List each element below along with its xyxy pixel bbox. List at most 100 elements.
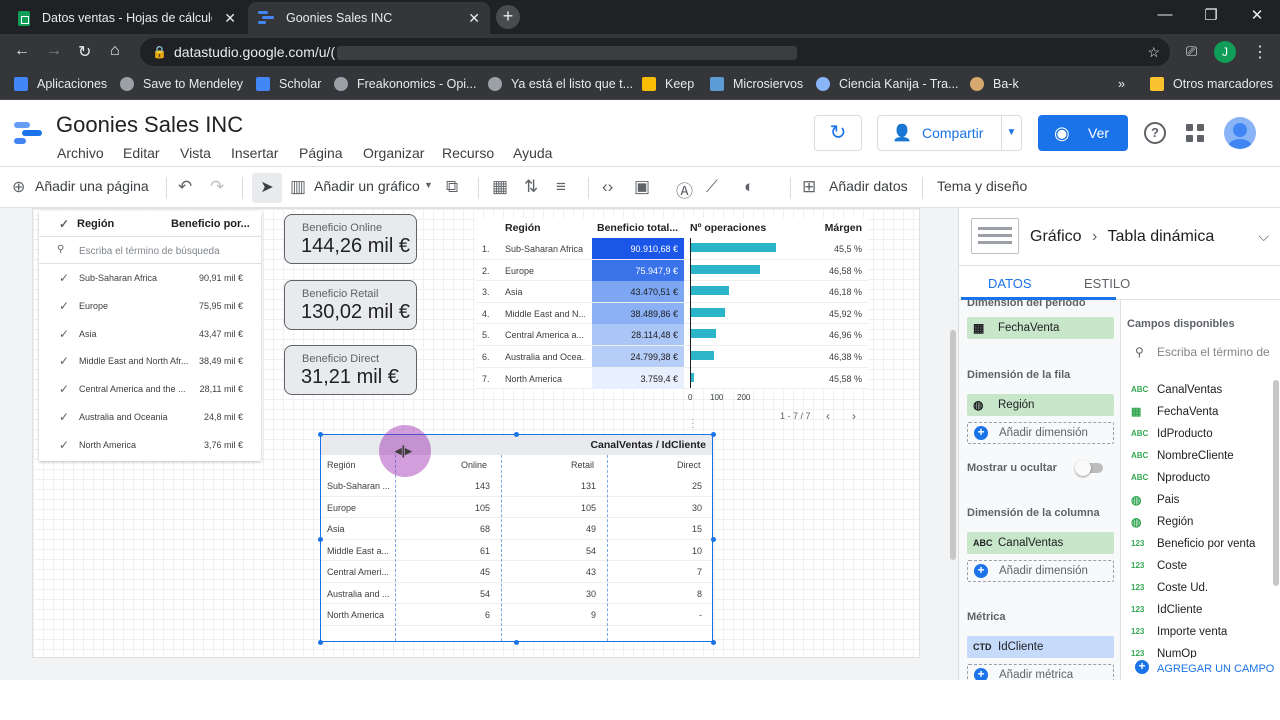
check-icon[interactable]: ✓ xyxy=(59,272,71,284)
menu-pagina[interactable]: Página xyxy=(299,145,343,161)
home-icon[interactable]: ⌂ xyxy=(110,42,120,60)
close-window-icon[interactable]: ✕ xyxy=(1234,6,1280,24)
resize-handle[interactable] xyxy=(711,432,716,437)
add-row-dimension-button[interactable]: + Añadir dimensión xyxy=(967,422,1114,444)
menu-vista[interactable]: Vista xyxy=(180,145,211,161)
column-resize-cursor[interactable]: ◂|▸ xyxy=(379,425,431,477)
chevron-down-icon[interactable]: ▼ xyxy=(424,180,433,190)
menu-organizar[interactable]: Organizar xyxy=(363,145,424,161)
add-chart-button[interactable]: Añadir un gráfico xyxy=(314,178,420,194)
fields-scrollbar[interactable] xyxy=(1273,380,1279,586)
column-header-benefit[interactable]: Beneficio total... xyxy=(597,218,678,238)
filter-control-icon[interactable]: ⇅ xyxy=(524,177,538,197)
reload-icon[interactable]: ↻ xyxy=(78,42,91,62)
bookmark-keep[interactable]: Keep xyxy=(642,77,694,91)
filter-option[interactable]: ✓ Central America and the ... 28,11 mil € xyxy=(39,379,261,399)
available-field[interactable]: ABC NombreCliente xyxy=(1131,446,1234,466)
filter-icon[interactable]: ≡ xyxy=(556,177,566,197)
back-icon[interactable]: ← xyxy=(14,42,30,60)
table-row[interactable]: 5. Central America a... 28.114,48 € 46,96 % xyxy=(476,324,868,346)
report-title[interactable]: Goonies Sales INC xyxy=(56,112,243,138)
column-header-margin[interactable]: Márgen xyxy=(825,218,862,238)
bookmark-mendeley[interactable]: Save to Mendeley xyxy=(120,77,243,91)
pivot-column-header[interactable]: Online xyxy=(461,460,487,470)
theme-layout-button[interactable]: Tema y diseño xyxy=(937,178,1027,194)
shape-icon[interactable]: ◐ xyxy=(744,177,754,197)
filter-option[interactable]: ✓ Australia and Oceania 24,8 mil € xyxy=(39,407,261,427)
chevron-down-icon[interactable]: ⌵ xyxy=(1258,228,1269,245)
bookmarks-overflow[interactable]: » xyxy=(1118,77,1125,91)
add-field-button[interactable]: + AGREGAR UN CAMPO xyxy=(1127,658,1277,680)
undo-icon[interactable]: ↶ xyxy=(178,177,192,197)
text-icon[interactable]: Ⓐ xyxy=(676,177,693,202)
bookmark-listo[interactable]: Ya está el listo que t... xyxy=(488,77,633,91)
check-icon[interactable]: ✓ xyxy=(59,218,71,230)
bookmark-bak[interactable]: Ba-k xyxy=(970,77,1019,91)
pivot-row[interactable]: Middle East a... 61 54 10 xyxy=(321,540,712,561)
select-cursor-icon[interactable]: ➤ xyxy=(252,173,282,203)
resize-handle[interactable] xyxy=(711,537,716,542)
community-visualizations-icon[interactable]: ⧉ xyxy=(446,177,458,197)
available-field[interactable]: ◍ Región xyxy=(1131,512,1193,532)
pivot-row[interactable]: Asia 68 49 15 xyxy=(321,518,712,540)
table-row[interactable]: 3. Asia 43.470,51 € 46,18 % xyxy=(476,281,868,303)
pivot-row[interactable]: Australia and ... 54 30 8 xyxy=(321,583,712,604)
minimize-icon[interactable]: — xyxy=(1142,6,1188,23)
bookmark-star-icon[interactable]: ☆ xyxy=(1147,38,1160,66)
pivot-column-header[interactable]: Retail xyxy=(571,460,594,470)
profile-avatar[interactable]: J xyxy=(1214,41,1236,63)
maximize-icon[interactable]: ❐ xyxy=(1188,6,1234,24)
browser-tab-datastudio[interactable]: Goonies Sales INC ✕ xyxy=(248,2,490,34)
share-button[interactable]: 👤 Compartir ▼ xyxy=(877,115,1022,151)
available-field[interactable]: 123 Importe venta xyxy=(1131,622,1227,642)
check-icon[interactable]: ✓ xyxy=(59,300,71,312)
column-dimension-chip[interactable]: ABC CanalVentas xyxy=(967,532,1114,554)
prev-page-icon[interactable]: ‹ xyxy=(826,409,830,423)
address-bar[interactable]: 🔒 datastudio.google.com/u/( ☆ xyxy=(140,38,1170,66)
pivot-row[interactable]: North America 6 9 - xyxy=(321,604,712,626)
tab-datos[interactable]: DATOS xyxy=(988,276,1032,291)
available-field[interactable]: 123 IdCliente xyxy=(1131,600,1202,620)
metric-chip[interactable]: CTD IdCliente xyxy=(967,636,1114,658)
add-column-dimension-button[interactable]: + Añadir dimensión xyxy=(967,560,1114,582)
row-dimension-chip[interactable]: ◍ Región xyxy=(967,394,1114,416)
bookmark-scholar[interactable]: Scholar xyxy=(256,77,321,91)
resize-handle[interactable] xyxy=(514,432,519,437)
drag-handle-icon[interactable]: · · · xyxy=(691,415,694,433)
close-tab-icon[interactable]: ✕ xyxy=(468,10,480,27)
scorecard-retail[interactable]: Beneficio Retail 130,02 mil € xyxy=(284,280,417,330)
available-field[interactable]: 123 Coste Ud. xyxy=(1131,578,1208,598)
check-icon[interactable]: ✓ xyxy=(59,411,71,423)
table-row[interactable]: 4. Middle East and N... 38.489,86 € 45,92 % xyxy=(476,302,868,325)
show-hide-toggle[interactable] xyxy=(1075,460,1103,476)
period-dimension-chip[interactable]: ▦ FechaVenta xyxy=(967,317,1114,339)
pivot-column-header[interactable]: Direct xyxy=(677,460,701,470)
date-range-icon[interactable]: ▦ xyxy=(492,177,508,197)
filter-option[interactable]: ✓ Asia 43,47 mil € xyxy=(39,324,261,344)
region-table[interactable]: Región Beneficio total... Nº operaciones… xyxy=(476,218,868,390)
scorecard-online[interactable]: Beneficio Online 144,26 mil € xyxy=(284,214,417,264)
available-field[interactable]: 123 Beneficio por venta xyxy=(1131,534,1255,554)
column-header-operations[interactable]: Nº operaciones xyxy=(690,218,766,238)
line-icon[interactable]: ⟋ xyxy=(706,177,718,197)
available-field[interactable]: 123 Coste xyxy=(1131,556,1187,576)
menu-ayuda[interactable]: Ayuda xyxy=(513,145,552,161)
account-avatar[interactable] xyxy=(1224,117,1256,149)
filter-search[interactable]: ⚲ Escriba el término de búsqueda xyxy=(39,238,261,264)
check-icon[interactable]: ✓ xyxy=(59,328,71,340)
bookmark-freakonomics[interactable]: Freakonomics - Opi... xyxy=(334,77,476,91)
code-icon[interactable]: ‹› xyxy=(602,177,613,197)
bookmark-microsiervos[interactable]: Microsiervos xyxy=(710,77,803,91)
share-dropdown-icon[interactable]: ▼ xyxy=(1001,116,1021,150)
pivot-row-header[interactable]: Región xyxy=(327,460,356,470)
refresh-data-button[interactable]: ↻ xyxy=(814,115,862,151)
pivot-table[interactable]: CanalVentas / IdCliente Región Online Re… xyxy=(320,434,713,642)
available-field[interactable]: ▦ FechaVenta xyxy=(1131,402,1218,422)
image-icon[interactable]: ▣ xyxy=(634,177,650,197)
resize-handle[interactable] xyxy=(318,432,323,437)
pivot-row[interactable]: Sub-Saharan ... 143 131 25 xyxy=(321,475,712,497)
help-icon[interactable]: ? xyxy=(1144,122,1166,144)
tab-estilo[interactable]: ESTILO xyxy=(1084,276,1130,291)
view-button[interactable]: ◉ Ver xyxy=(1038,115,1128,151)
filter-option[interactable]: ✓ Sub-Saharan Africa 90,91 mil € xyxy=(39,268,261,288)
